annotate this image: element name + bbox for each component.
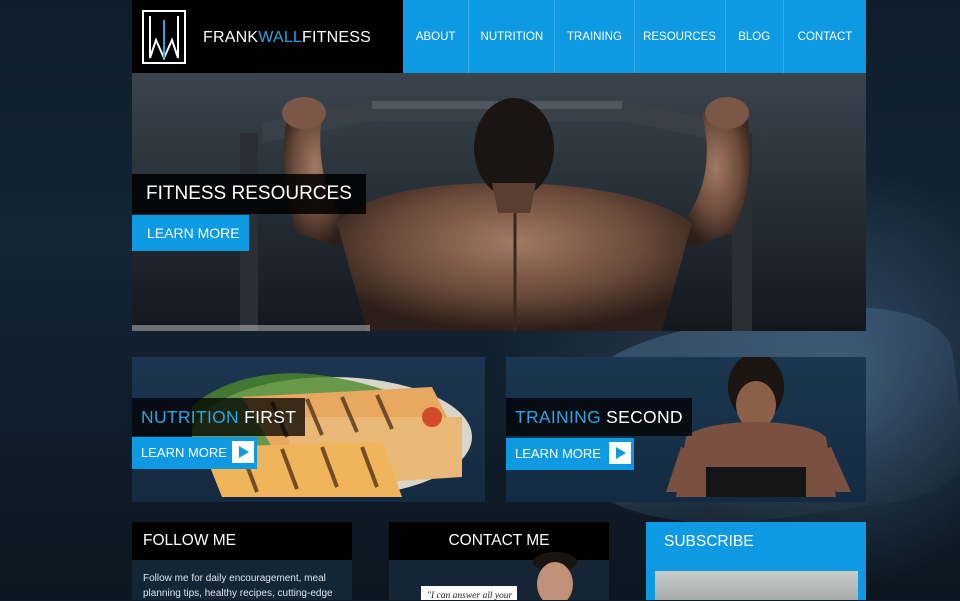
training-title: TRAINING SECOND — [506, 398, 692, 436]
training-promo[interactable]: TRAINING SECOND LEARN MORE — [506, 357, 866, 502]
nutrition-title: NUTRITION FIRST — [132, 398, 306, 436]
nav-resources[interactable]: RESOURCES — [633, 0, 725, 73]
main-nav: ABOUT NUTRITION TRAINING RESOURCES BLOG … — [403, 0, 866, 73]
play-icon — [609, 442, 631, 464]
hero-banner: FITNESS RESOURCES LEARN MORE — [132, 73, 866, 331]
nav-about[interactable]: ABOUT — [403, 0, 468, 73]
play-icon — [232, 441, 254, 463]
subscribe-block[interactable]: SUBSCRIBE — [646, 522, 866, 600]
follow-me-text: Follow me for daily encouragement, meal … — [143, 573, 333, 599]
follow-me-title: FOLLOW ME — [132, 522, 352, 560]
site-header: FRANKWALLFITNESS ABOUT NUTRITION TRAININ… — [132, 0, 866, 73]
brand-name-part1: FRANK — [203, 29, 259, 46]
training-learn-more-label: LEARN MORE — [515, 446, 601, 461]
nutrition-title-accent: NUTRITION — [141, 407, 239, 427]
brand-name: FRANKWALLFITNESS — [203, 29, 371, 47]
subscribe-title: SUBSCRIBE — [664, 533, 754, 550]
nutrition-learn-more-button[interactable]: LEARN MORE — [132, 437, 257, 469]
brand-name-part3: FITNESS — [302, 29, 371, 46]
nutrition-learn-more-label: LEARN MORE — [141, 445, 227, 460]
contact-me-block[interactable]: CONTACT ME "I can answer all your — [389, 522, 609, 600]
logo[interactable]: FRANKWALLFITNESS — [132, 0, 403, 73]
follow-me-block: FOLLOW ME Follow me for daily encouragem… — [132, 522, 352, 600]
logo-mark-icon — [142, 10, 186, 64]
subscribe-image — [655, 571, 858, 600]
nutrition-promo[interactable]: NUTRITION FIRST LEARN MORE — [132, 357, 485, 502]
nav-training[interactable]: TRAINING — [554, 0, 633, 73]
hero-title: FITNESS RESOURCES — [132, 174, 366, 214]
training-learn-more-button[interactable]: LEARN MORE — [506, 438, 634, 470]
page-container: FRANKWALLFITNESS ABOUT NUTRITION TRAININ… — [132, 0, 866, 600]
training-title-accent: TRAINING — [515, 407, 602, 427]
training-title-rest: SECOND — [601, 407, 683, 427]
nav-nutrition[interactable]: NUTRITION — [468, 0, 554, 73]
nutrition-title-rest: FIRST — [238, 407, 297, 427]
contact-quote: "I can answer all your — [421, 586, 517, 600]
brand-name-part2: WALL — [258, 29, 303, 46]
nav-contact[interactable]: CONTACT — [782, 0, 866, 73]
hero-learn-more-button[interactable]: LEARN MORE — [132, 215, 249, 251]
nav-blog[interactable]: BLOG — [724, 0, 783, 73]
